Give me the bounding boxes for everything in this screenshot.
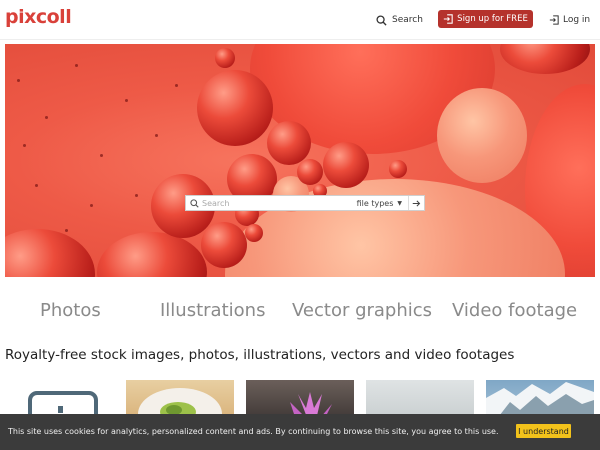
logo[interactable]: pixcoll bbox=[5, 6, 72, 28]
hero-bubble bbox=[437, 88, 527, 183]
page-headline: Royalty-free stock images, photos, illus… bbox=[5, 347, 515, 363]
login-label: Log in bbox=[563, 15, 591, 25]
hero-speck bbox=[155, 134, 158, 137]
site-header: pixcoll Search Sign up for FREE Log in bbox=[0, 0, 600, 40]
chevron-down-icon: ▼ bbox=[397, 199, 402, 207]
hero-bubble bbox=[245, 224, 263, 242]
search-icon bbox=[186, 198, 202, 208]
hero-bubble bbox=[201, 222, 247, 268]
hero-speck bbox=[175, 84, 178, 87]
hero-speck bbox=[135, 194, 138, 197]
header-search-label: Search bbox=[392, 15, 423, 25]
category-illustrations[interactable]: Illustrations bbox=[160, 300, 265, 321]
login-icon bbox=[549, 15, 559, 25]
category-vector-graphics[interactable]: Vector graphics bbox=[292, 300, 432, 321]
hero-bubble bbox=[215, 48, 235, 68]
hero-speck bbox=[17, 79, 20, 82]
search-icon bbox=[376, 14, 387, 26]
hero-speck bbox=[90, 204, 93, 207]
signup-icon bbox=[444, 14, 453, 24]
hero-speck bbox=[75, 64, 78, 67]
login-link[interactable]: Log in bbox=[549, 12, 590, 28]
hero-bubble bbox=[97, 232, 207, 277]
hero-search-bar: file types ▼ bbox=[185, 195, 425, 211]
filetypes-dropdown[interactable]: file types ▼ bbox=[351, 199, 408, 208]
category-video-footage[interactable]: Video footage bbox=[452, 300, 577, 321]
hero-speck bbox=[45, 116, 48, 119]
hero-bubble bbox=[389, 160, 407, 178]
category-nav: Photos Illustrations Vector graphics Vid… bbox=[0, 300, 600, 326]
search-submit-button[interactable] bbox=[408, 196, 424, 210]
category-photos[interactable]: Photos bbox=[40, 300, 101, 321]
signup-label: Sign up for FREE bbox=[457, 14, 528, 24]
header-search-link[interactable]: Search bbox=[376, 12, 423, 28]
hero-speck bbox=[125, 99, 128, 102]
filetypes-label: file types bbox=[356, 198, 394, 208]
arrow-right-icon bbox=[412, 200, 421, 206]
cookie-accept-button[interactable]: I understand bbox=[516, 424, 571, 438]
hero-banner: file types ▼ bbox=[5, 44, 595, 277]
hero-bubble bbox=[197, 70, 273, 146]
hero-search-input[interactable] bbox=[202, 196, 351, 210]
hero-bubble bbox=[323, 142, 369, 188]
hero-bubble bbox=[500, 44, 590, 74]
hero-speck bbox=[35, 184, 38, 187]
hero-speck bbox=[23, 144, 26, 147]
hero-speck bbox=[100, 154, 103, 157]
hero-bubble bbox=[267, 121, 311, 165]
cookie-banner: This site uses cookies for analytics, pe… bbox=[0, 414, 600, 450]
cookie-text: This site uses cookies for analytics, pe… bbox=[8, 427, 499, 436]
hero-bubble bbox=[5, 229, 95, 277]
signup-button[interactable]: Sign up for FREE bbox=[438, 10, 533, 28]
hero-bubble bbox=[297, 159, 323, 185]
hero-speck bbox=[65, 229, 68, 232]
